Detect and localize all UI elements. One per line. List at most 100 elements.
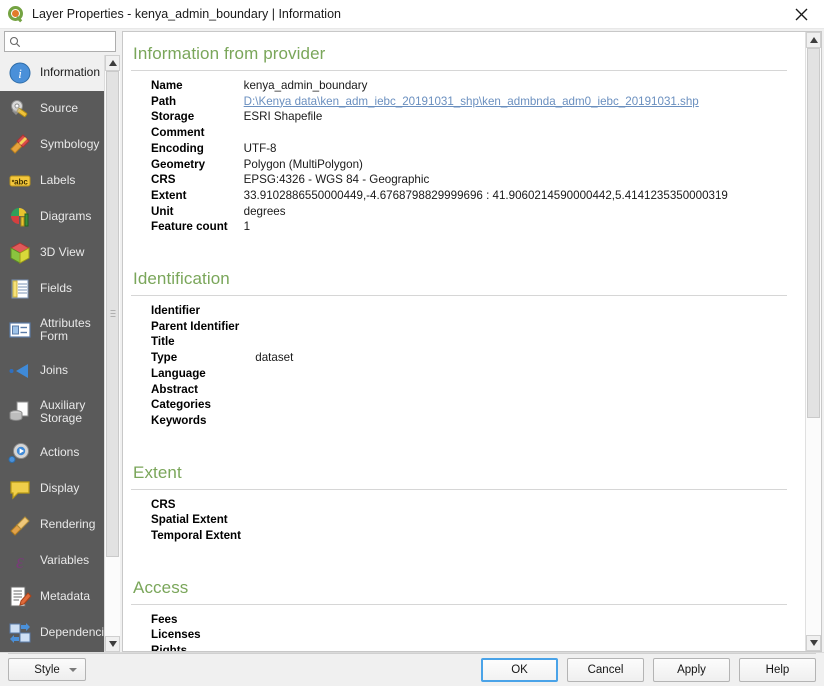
sidebar-item-3d-view[interactable]: 3D View (0, 235, 104, 271)
sidebar-scroll-thumb[interactable] (106, 71, 119, 557)
table-row: Spatial Extent (151, 512, 257, 528)
content-scroll-track[interactable] (806, 48, 821, 635)
property-label: Encoding (151, 141, 204, 155)
table-row: Licenses (151, 627, 239, 643)
table-row: Identifier (151, 303, 293, 319)
sidebar-item-rendering[interactable]: Rendering (0, 507, 104, 543)
ok-button[interactable]: OK (481, 657, 558, 682)
property-value (255, 319, 293, 335)
search-box[interactable] (4, 31, 116, 52)
table-row: Encoding UTF-8 (151, 141, 728, 157)
property-value: degrees (243, 204, 286, 218)
table-row: Storage ESRI Shapefile (151, 109, 728, 125)
property-value-cell: D:\Kenya data\ken_adm_iebc_20191031_shp\… (244, 94, 728, 110)
property-label: Licenses (151, 628, 201, 642)
table-row: Name kenya_admin_boundary (151, 78, 728, 94)
sidebar-item-label: Display (40, 481, 80, 496)
table-row: CRS EPSG:4326 - WGS 84 - Geographic (151, 172, 728, 188)
source-wrench-icon (7, 96, 33, 122)
property-value: EPSG:4326 - WGS 84 - Geographic (243, 173, 430, 187)
cube-3d-icon (7, 240, 33, 266)
property-value-link[interactable]: D:\Kenya data\ken_adm_iebc_20191031_shp\… (244, 95, 699, 108)
sidebar-nav-list: i Information Source Symbology abc Labels Diag… (0, 55, 104, 652)
close-icon[interactable] (779, 0, 824, 29)
apply-button[interactable]: Apply (653, 657, 730, 682)
section-title: Extent (133, 462, 182, 482)
dependencies-icon (7, 620, 33, 646)
sidebar-item-diagrams[interactable]: Diagrams (0, 199, 104, 235)
sidebar-scroll-up-arrow[interactable] (105, 55, 120, 71)
property-label: Path (151, 94, 177, 108)
symbology-brush-icon (7, 132, 33, 158)
joins-icon (7, 358, 33, 384)
section-divider (131, 488, 787, 490)
sidebar-item-joins[interactable]: Joins (0, 353, 104, 389)
table-row: Type dataset (151, 350, 293, 366)
svg-text:i: i (18, 66, 22, 81)
table-row: Fees (151, 612, 239, 628)
sidebar-scroll-track[interactable] (105, 71, 120, 636)
sidebar-item-display[interactable]: Display (0, 471, 104, 507)
table-row: Temporal Extent (151, 528, 257, 544)
sidebar-item-label: Actions (40, 445, 80, 460)
search-input[interactable] (24, 34, 115, 49)
diagrams-chart-icon (7, 204, 33, 230)
metadata-pencil-icon (7, 584, 33, 610)
sidebar-item-symbology[interactable]: Symbology (0, 127, 104, 163)
property-label: Fees (151, 612, 178, 626)
content-scroll-down-arrow[interactable] (806, 635, 821, 651)
section-title: Identification (133, 269, 230, 289)
sidebar-item-fields[interactable]: Fields (0, 271, 104, 307)
dialog-footer: Style OK Cancel Apply Help (0, 652, 824, 686)
sidebar-item-metadata[interactable]: Metadata (0, 579, 104, 615)
section-divider (131, 295, 787, 297)
property-label: Comment (151, 126, 205, 140)
property-label: Feature count (151, 220, 228, 234)
table-row: Parent Identifier (151, 319, 293, 335)
table-row: Feature count 1 (151, 219, 728, 235)
property-value: 1 (243, 220, 251, 234)
content-scroll-up-arrow[interactable] (806, 32, 821, 48)
table-row: Abstract (151, 382, 293, 398)
property-value (255, 303, 293, 319)
title-bar: Layer Properties - kenya_admin_boundary … (0, 0, 824, 29)
section-divider (131, 603, 787, 605)
sidebar-item-attributes-form[interactable]: Attributes Form (0, 307, 104, 353)
property-label: CRS (151, 173, 176, 187)
sidebar-item-auxiliary-storage[interactable]: Auxiliary Storage (0, 389, 104, 435)
property-label: Type (151, 351, 178, 365)
property-value: kenya_admin_boundary (243, 79, 368, 92)
sidebar-item-label: Attributes Form (40, 315, 91, 343)
table-row: Comment (151, 125, 728, 141)
content-scroll-viewport: Information from provider Name kenya_admin… (123, 32, 805, 651)
sidebar-item-label: Diagrams (40, 209, 92, 224)
sidebar-scroll-down-arrow[interactable] (105, 636, 120, 652)
content-scrollbar[interactable] (805, 32, 821, 651)
table-row: Rights (151, 643, 239, 651)
property-label: Parent Identifier (151, 319, 240, 333)
cancel-button[interactable]: Cancel (567, 657, 644, 682)
property-label: Storage (151, 110, 195, 124)
table-row: Path D:\Kenya data\ken_adm_iebc_20191031_… (151, 94, 728, 110)
sidebar-scrollbar[interactable] (104, 55, 120, 652)
content-scroll-thumb[interactable] (807, 48, 820, 418)
sidebar-item-actions[interactable]: Actions (0, 435, 104, 471)
sidebar-item-variables[interactable]: ε Variables (0, 543, 104, 579)
sidebar-item-source[interactable]: Source (0, 91, 104, 127)
properties-table: Name kenya_admin_boundary Path D:\Kenya dat… (151, 78, 728, 235)
style-button[interactable]: Style (8, 658, 86, 681)
variables-epsilon-icon: ε (7, 548, 33, 574)
help-button[interactable]: Help (739, 657, 816, 682)
property-value: 33.9102886550000449,-4.6768798829999696 … (243, 188, 728, 202)
sidebar-search-row (0, 29, 120, 55)
sidebar-item-labels[interactable]: abc Labels (0, 163, 104, 199)
properties-table: FeesLicensesRightsConstraints (151, 612, 239, 651)
sidebar-item-information[interactable]: i Information (0, 55, 104, 91)
property-label: Abstract (151, 382, 199, 396)
chevron-down-icon (69, 667, 77, 672)
sidebar-item-dependencies[interactable]: Dependencies (0, 615, 104, 651)
property-value (255, 334, 293, 350)
information-icon: i (7, 60, 33, 86)
